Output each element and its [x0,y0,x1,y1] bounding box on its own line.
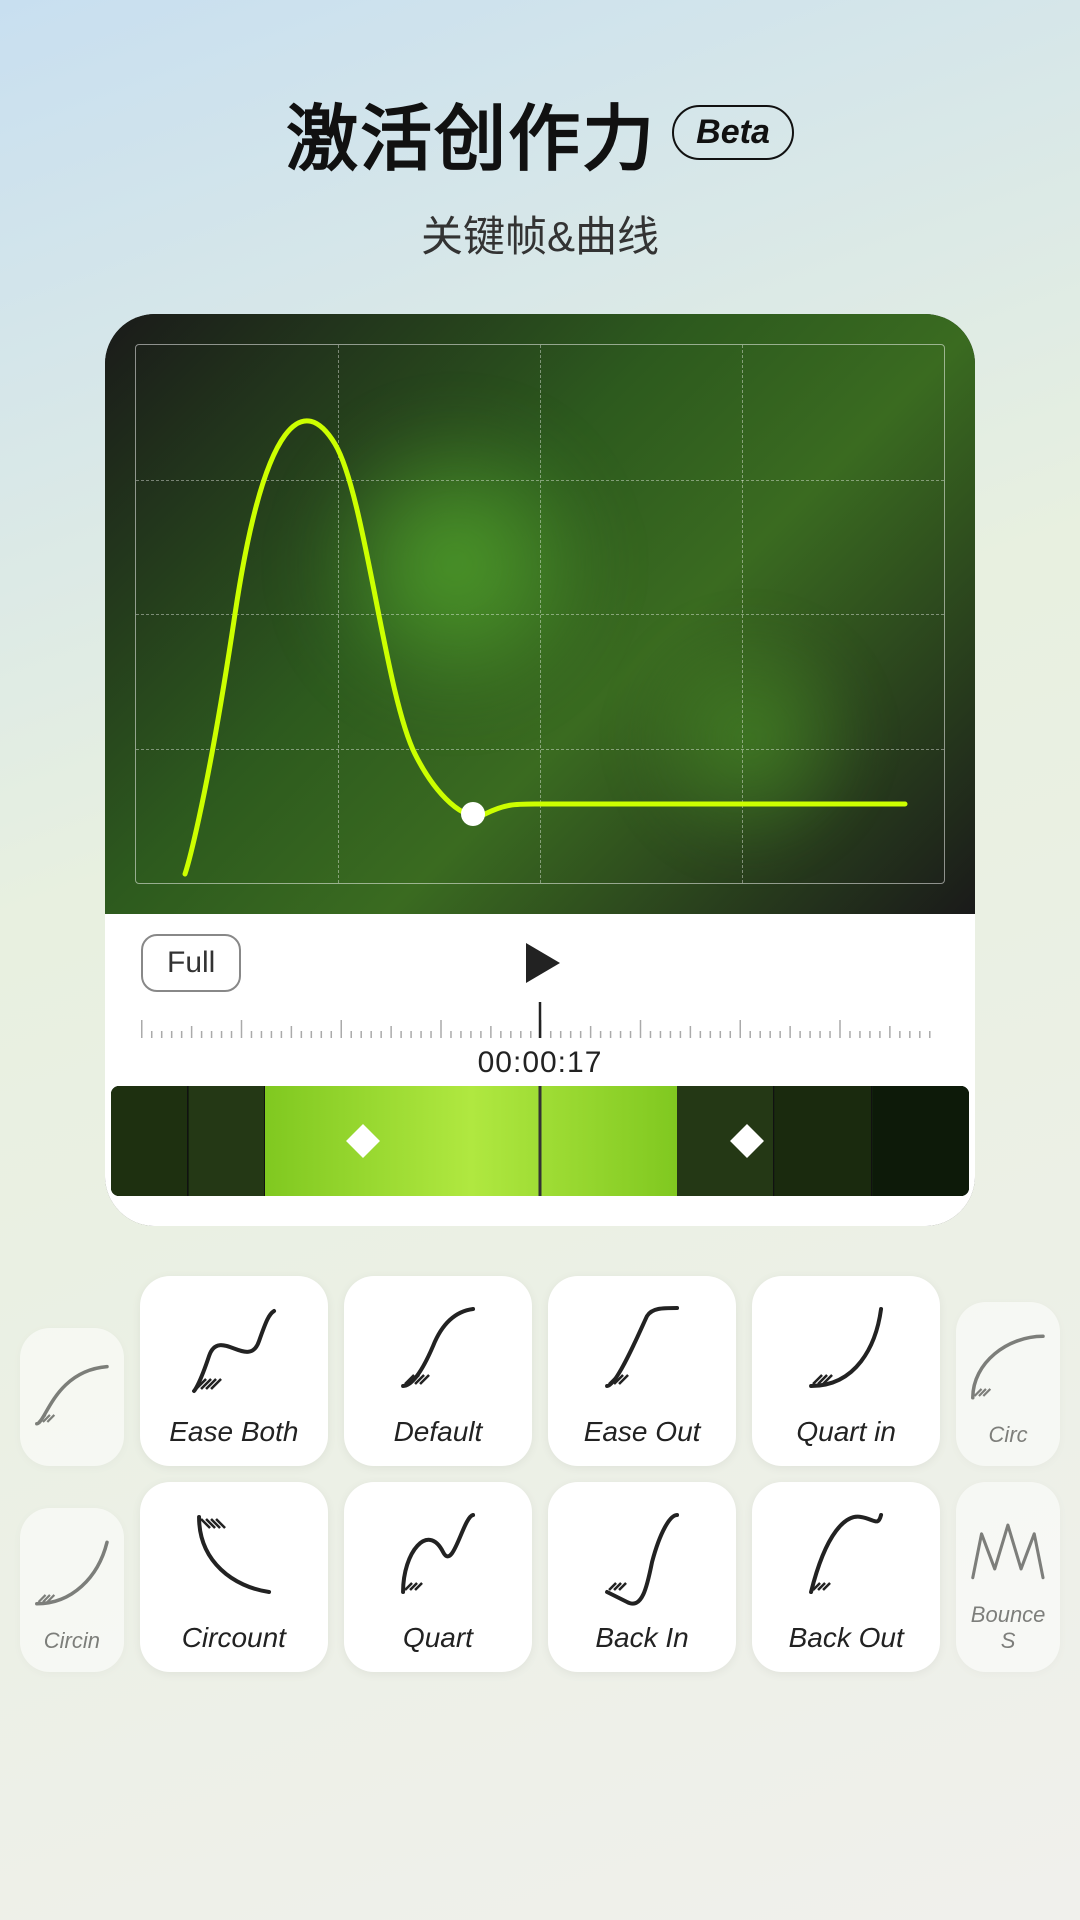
card-label-default: Default [394,1416,483,1448]
play-row: Full [105,914,975,1002]
play-icon [526,943,560,983]
side-card-left-2[interactable]: Circin [20,1508,124,1672]
curve-svg-back-out [762,1502,930,1612]
side-card-label-left-2: Circin [44,1628,100,1654]
card-label-back-out: Back Out [789,1622,904,1654]
curve-svg-ease-out [558,1296,726,1406]
card-label-ease-out: Ease Out [584,1416,701,1448]
side-curve-svg-right-2 [964,1502,1052,1592]
film-thumb-middle-green [265,1086,677,1196]
controls-wrapper: Full 00:00:17 [105,914,975,1226]
card-back-out[interactable]: Back Out [752,1482,940,1672]
video-card: Full 00:00:17 [105,314,975,1226]
side-card-label-right-1: Circ [989,1422,1028,1448]
card-back-in[interactable]: Back In [548,1482,736,1672]
beta-badge: Beta [672,105,794,160]
timeline-ruler[interactable] [141,1002,939,1038]
film-strip[interactable] [111,1086,969,1196]
side-card-right-1[interactable]: Circ [956,1302,1060,1466]
card-ease-both[interactable]: Ease Both [140,1276,328,1466]
card-ease-out[interactable]: Ease Out [548,1276,736,1466]
film-thumb-left-dark [111,1086,265,1196]
film-thumb-right-dark [677,1086,969,1196]
card-label-back-in: Back In [595,1622,688,1654]
curve-svg-default [354,1296,522,1406]
ruler-marks-svg [141,1002,939,1038]
cards-row-1: Ease Both Default Ease Out [20,1276,1060,1466]
card-default[interactable]: Default [344,1276,532,1466]
main-title: 激活创作力 [286,80,656,185]
card-label-quart: Quart [403,1622,473,1654]
film-strip-container [105,1086,975,1226]
curve-handle-dot[interactable] [461,802,485,826]
cards-row-2: Circin Circount Quart [20,1482,1060,1672]
card-quart-in[interactable]: Quart in [752,1276,940,1466]
playhead-line [539,1086,542,1196]
card-quart[interactable]: Quart [344,1482,532,1672]
side-curve-svg-left-2 [28,1528,116,1618]
side-curve-svg-left-1 [28,1348,116,1438]
curve-svg [105,314,975,914]
cards-section: Ease Both Default Ease Out [0,1246,1080,1728]
timecode: 00:00:17 [141,1038,939,1086]
video-area [105,314,975,914]
side-card-left-1[interactable] [20,1328,124,1466]
card-label-quart-in: Quart in [796,1416,896,1448]
subtitle: 关键帧&曲线 [286,203,794,264]
card-circount[interactable]: Circount [140,1482,328,1672]
curve-svg-circount [150,1502,318,1612]
side-card-label-right-2: Bounce S [964,1602,1052,1654]
card-label-ease-both: Ease Both [169,1416,298,1448]
side-curve-svg-right-1 [964,1322,1052,1412]
full-button[interactable]: Full [141,934,241,992]
curve-svg-back-in [558,1502,726,1612]
curve-svg-quart-in [762,1296,930,1406]
card-label-circount: Circount [182,1622,286,1654]
play-button[interactable] [510,933,570,993]
timeline-container: 00:00:17 [105,1002,975,1086]
header: 激活创作力 Beta 关键帧&曲线 [286,80,794,264]
curve-svg-ease-both [150,1296,318,1406]
curve-svg-quart [354,1502,522,1612]
side-card-right-2[interactable]: Bounce S [956,1482,1060,1672]
